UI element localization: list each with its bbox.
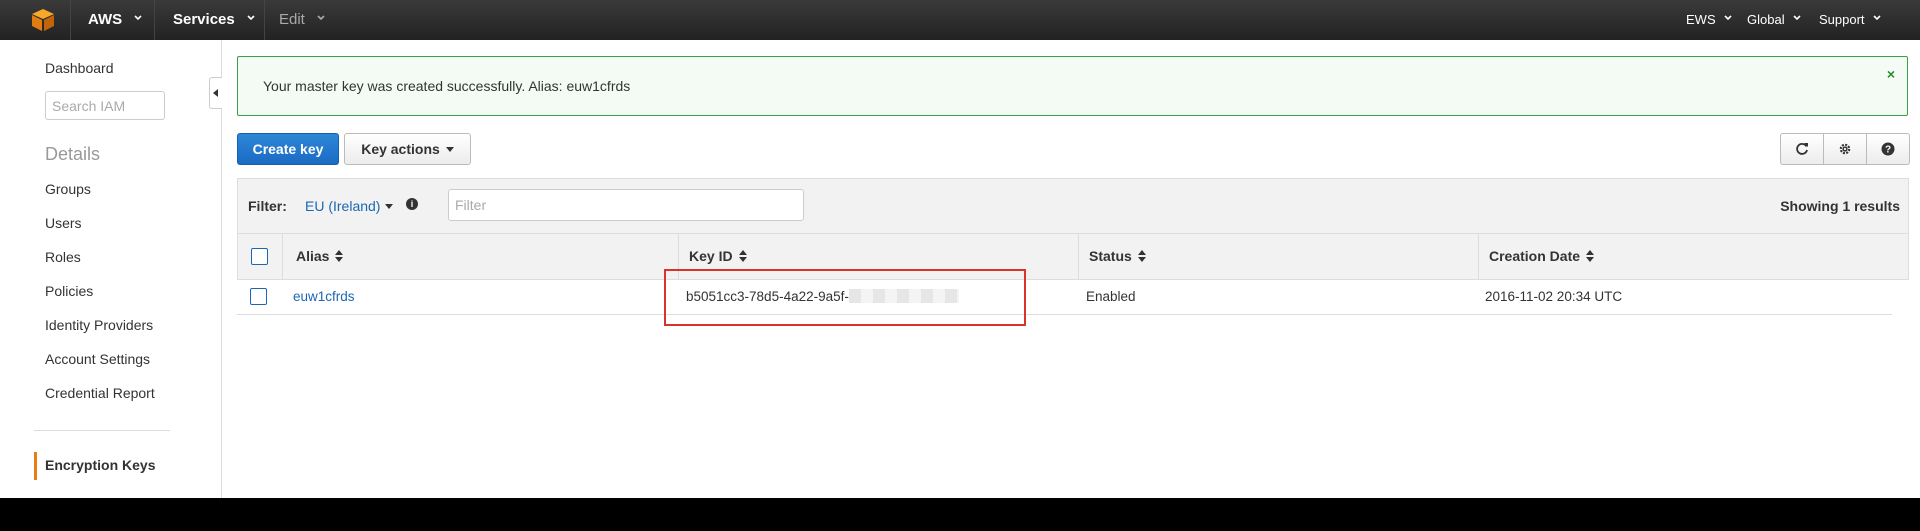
caret-down-icon	[385, 204, 394, 209]
close-icon[interactable]: ×	[1887, 66, 1895, 82]
nav-divider	[70, 0, 71, 40]
region-filter-dropdown[interactable]: EU (Ireland)	[305, 198, 394, 214]
table-header: Alias Key ID Status Creation Date	[237, 233, 1909, 280]
edit-menu-label: Edit	[279, 11, 305, 28]
aws-menu-label: AWS	[88, 11, 123, 28]
nav-divider	[264, 0, 265, 40]
key-status: Enabled	[1086, 289, 1136, 304]
column-divider	[282, 234, 283, 279]
settings-button[interactable]	[1823, 133, 1867, 165]
key-actions-label: Key actions	[361, 141, 440, 157]
column-header-alias-label: Alias	[296, 248, 330, 264]
column-divider	[1478, 234, 1479, 279]
region-menu-label: Global	[1747, 12, 1785, 27]
sidebar-collapse-toggle[interactable]	[209, 77, 222, 109]
active-indicator	[34, 452, 37, 480]
column-header-creation-date-label: Creation Date	[1489, 248, 1581, 264]
filter-bar: Filter: EU (Ireland) i Showing 1 results	[237, 178, 1909, 233]
refresh-icon	[1796, 143, 1808, 155]
chevron-down-icon	[1724, 15, 1732, 21]
region-menu[interactable]: Global	[1747, 0, 1801, 40]
gear-icon	[1839, 143, 1851, 155]
page-content: Dashboard Details Groups Users Roles Pol…	[0, 40, 1920, 498]
edit-menu[interactable]: Edit	[279, 0, 325, 40]
aws-cube-logo-icon[interactable]	[30, 8, 56, 32]
chevron-down-icon	[317, 15, 325, 21]
support-menu-label: Support	[1819, 12, 1865, 27]
sidebar: Dashboard Details Groups Users Roles Pol…	[0, 40, 222, 498]
select-all-checkbox[interactable]	[251, 248, 268, 265]
help-button[interactable]: ?	[1866, 133, 1910, 165]
sidebar-item-credential-report[interactable]: Credential Report	[45, 385, 155, 401]
results-count: Showing 1 results	[1780, 198, 1900, 214]
account-menu[interactable]: EWS	[1686, 0, 1732, 40]
services-menu[interactable]: Services	[173, 0, 255, 40]
region-filter-label: EU (Ireland)	[305, 198, 381, 214]
create-key-button[interactable]: Create key	[237, 133, 339, 165]
caret-down-icon	[445, 147, 454, 152]
sidebar-item-roles[interactable]: Roles	[45, 249, 81, 265]
chevron-down-icon	[1793, 15, 1801, 21]
table-row[interactable]: euw1cfrds b5051cc3-78d5-4a22-9a5f- Enabl…	[237, 280, 1892, 315]
row-checkbox[interactable]	[250, 288, 267, 305]
annotation-highlight-box	[664, 269, 1026, 326]
chevron-down-icon	[247, 15, 255, 21]
support-menu[interactable]: Support	[1819, 0, 1881, 40]
column-divider	[1078, 234, 1079, 279]
sort-icon	[1137, 250, 1146, 262]
top-nav: AWS Services Edit EWS Global Support	[0, 0, 1920, 40]
nav-divider	[154, 0, 155, 40]
filter-input[interactable]	[448, 189, 804, 221]
chevron-down-icon	[134, 15, 142, 21]
sidebar-divider	[34, 430, 170, 431]
account-menu-label: EWS	[1686, 12, 1716, 27]
services-menu-label: Services	[173, 11, 235, 28]
info-icon[interactable]: i	[406, 198, 418, 210]
key-actions-button[interactable]: Key actions	[344, 133, 471, 165]
filter-label: Filter:	[248, 198, 287, 214]
sort-icon	[335, 250, 344, 262]
alert-message: Your master key was created successfully…	[263, 78, 631, 94]
sidebar-item-encryption-keys[interactable]: Encryption Keys	[45, 457, 155, 473]
sort-icon	[738, 250, 747, 262]
sidebar-item-policies[interactable]: Policies	[45, 283, 93, 299]
help-icon: ?	[1881, 142, 1895, 156]
column-header-creation-date[interactable]: Creation Date	[1489, 234, 1595, 279]
sidebar-item-groups[interactable]: Groups	[45, 181, 91, 197]
success-alert: Your master key was created successfully…	[237, 56, 1908, 116]
sidebar-item-dashboard[interactable]: Dashboard	[45, 60, 114, 76]
section-title-details: Details	[45, 144, 101, 164]
bottom-black-bar	[0, 498, 1920, 531]
column-header-status[interactable]: Status	[1089, 234, 1146, 279]
refresh-button[interactable]	[1780, 133, 1824, 165]
search-input[interactable]	[45, 91, 165, 120]
column-header-key-id-label: Key ID	[689, 248, 733, 264]
column-header-status-label: Status	[1089, 248, 1132, 264]
aws-menu[interactable]: AWS	[88, 0, 142, 40]
sidebar-item-identity-providers[interactable]: Identity Providers	[45, 317, 153, 333]
sidebar-item-account-settings[interactable]: Account Settings	[45, 351, 150, 367]
sort-icon	[1586, 250, 1595, 262]
key-alias-link[interactable]: euw1cfrds	[293, 280, 355, 314]
chevron-down-icon	[1873, 15, 1881, 21]
sidebar-item-users[interactable]: Users	[45, 215, 82, 231]
column-header-alias[interactable]: Alias	[296, 234, 344, 279]
create-key-label: Create key	[252, 141, 324, 157]
svg-text:?: ?	[1885, 145, 1891, 156]
key-creation-date: 2016-11-02 20:34 UTC	[1485, 289, 1623, 304]
